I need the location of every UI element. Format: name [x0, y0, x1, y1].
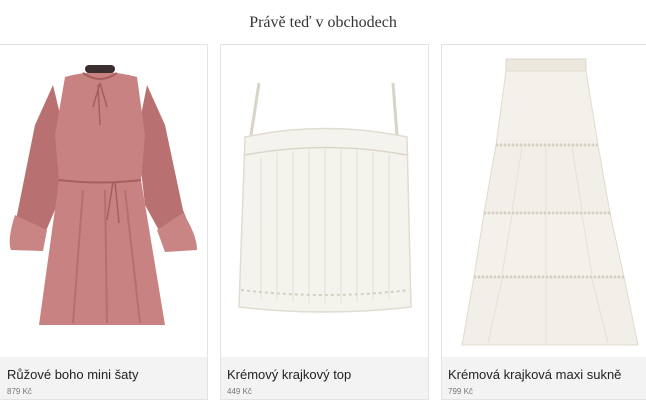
product-image-pink-dress[interactable] — [0, 45, 207, 357]
product-price: 799 Kč — [448, 387, 473, 396]
section-title: Právě teď v obchodech — [249, 14, 397, 31]
product-name[interactable]: Krémová krajková maxi sukně — [448, 367, 621, 382]
product-card-cream-top[interactable]: Krémový krajkový top 449 Kč — [220, 44, 429, 400]
product-name[interactable]: Růžové boho mini šaty — [7, 367, 139, 382]
product-image-cream-skirt[interactable] — [442, 45, 646, 357]
product-card-cream-skirt[interactable]: Krémová krajková maxi sukně 799 Kč — [441, 44, 646, 400]
product-info: Růžové boho mini šaty 879 Kč — [0, 357, 207, 399]
product-name[interactable]: Krémový krajkový top — [227, 367, 351, 382]
product-info: Krémová krajková maxi sukně 799 Kč — [442, 357, 646, 399]
product-card-pink-dress[interactable]: Růžové boho mini šaty 879 Kč — [0, 44, 208, 400]
product-image-cream-top[interactable] — [221, 45, 428, 357]
product-price: 449 Kč — [227, 387, 252, 396]
product-price: 879 Kč — [7, 387, 32, 396]
product-info: Krémový krajkový top 449 Kč — [221, 357, 428, 399]
